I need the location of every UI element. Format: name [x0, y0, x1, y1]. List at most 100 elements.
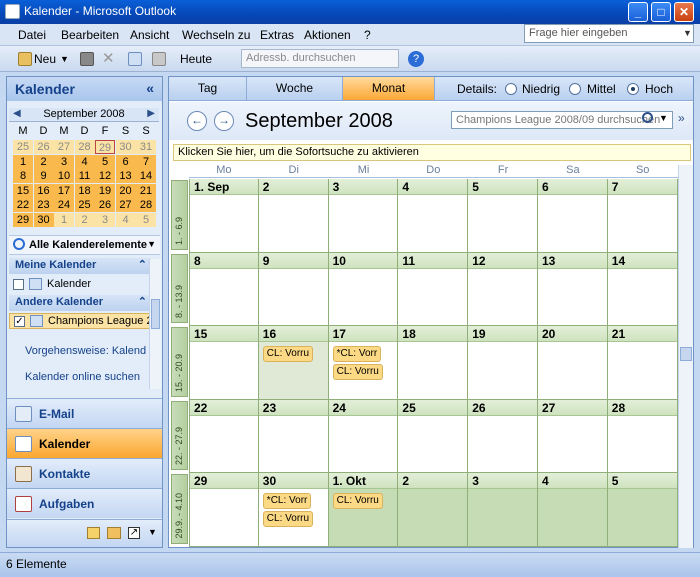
- howto-link[interactable]: Vorgehensweise: Kalend: [25, 345, 146, 357]
- day-cell[interactable]: 4: [398, 179, 469, 253]
- mini-cal-day[interactable]: 4: [74, 154, 95, 169]
- calendar-event[interactable]: CL: Vorru: [332, 364, 383, 381]
- back-arrow-icon[interactable]: ←: [187, 111, 207, 131]
- menu-aktionen[interactable]: Aktionen: [304, 28, 351, 42]
- day-cell[interactable]: 19: [468, 326, 538, 400]
- calendar-scrollbar[interactable]: [678, 165, 693, 548]
- mini-cal-day[interactable]: 14: [136, 169, 156, 183]
- mini-cal-day[interactable]: 28: [74, 140, 95, 154]
- week-label[interactable]: 22. - 27.9: [171, 400, 188, 471]
- mini-cal-day[interactable]: 27: [115, 198, 136, 212]
- shortcut-icon[interactable]: ↗: [128, 527, 140, 539]
- minimize-button[interactable]: _: [628, 2, 648, 22]
- day-cell[interactable]: 23: [258, 399, 329, 474]
- menu-bearbeiten[interactable]: Bearbeiten: [61, 28, 119, 42]
- mini-cal-day[interactable]: 18: [74, 183, 95, 198]
- mini-cal-next-icon[interactable]: ▶: [147, 108, 155, 119]
- day-cell[interactable]: 3: [328, 179, 399, 253]
- nav-button-calendar[interactable]: Kalender: [7, 428, 162, 458]
- configure-buttons-icon[interactable]: ▼: [148, 527, 157, 537]
- menu-ansicht[interactable]: Ansicht: [130, 28, 169, 42]
- mini-cal-day[interactable]: 25: [74, 198, 95, 212]
- calendar-event[interactable]: CL: Vorru: [262, 511, 314, 528]
- mini-cal-day[interactable]: 1: [13, 154, 33, 169]
- radio-details-medium[interactable]: [569, 83, 581, 95]
- find-calendars-online-link[interactable]: Kalender online suchen: [25, 371, 140, 383]
- mini-cal-day[interactable]: 3: [95, 212, 115, 227]
- collapse-section-icon[interactable]: ⌃: [138, 295, 147, 308]
- mini-cal-day[interactable]: 29: [13, 212, 33, 227]
- mini-cal-day[interactable]: 21: [136, 183, 156, 198]
- day-cell[interactable]: 16 CL: Vorru: [258, 326, 329, 400]
- menu-help[interactable]: ?: [364, 28, 371, 42]
- day-cell[interactable]: 12: [468, 252, 538, 327]
- mini-cal-day[interactable]: 15: [13, 183, 33, 198]
- mini-cal-day[interactable]: 29: [95, 140, 115, 154]
- folder-icon[interactable]: [107, 527, 121, 539]
- help-icon[interactable]: ?: [408, 51, 424, 67]
- mini-cal-day[interactable]: 22: [13, 198, 33, 212]
- day-cell[interactable]: 13: [538, 252, 608, 327]
- ask-dropdown-icon[interactable]: ▼: [683, 28, 692, 38]
- day-cell[interactable]: 2: [258, 179, 329, 253]
- week-label[interactable]: 29.9. - 4.10: [171, 474, 188, 544]
- mini-cal-day[interactable]: 20: [115, 183, 136, 198]
- mini-cal-day[interactable]: 2: [33, 154, 54, 169]
- menu-extras[interactable]: Extras: [260, 28, 294, 42]
- day-cell[interactable]: 5: [607, 473, 678, 547]
- calendar-event[interactable]: *CL: Vorr: [262, 493, 312, 510]
- mini-cal-day[interactable]: 2: [74, 212, 95, 227]
- nav-button-mail[interactable]: E-Mail: [7, 398, 162, 428]
- day-cell[interactable]: 9: [258, 252, 329, 327]
- day-cell[interactable]: 1. Okt CL: Vorru: [328, 473, 399, 547]
- categorize-icon[interactable]: [152, 52, 166, 66]
- mini-cal-day[interactable]: 1: [54, 212, 74, 227]
- day-cell[interactable]: 8: [189, 252, 259, 327]
- day-cell[interactable]: 18: [398, 326, 469, 400]
- day-cell[interactable]: 7: [607, 179, 678, 253]
- mini-cal-day[interactable]: 24: [54, 198, 74, 212]
- day-cell[interactable]: 21: [607, 326, 678, 400]
- week-label[interactable]: 15. - 20.9: [171, 327, 188, 397]
- day-cell[interactable]: 25: [398, 399, 469, 474]
- day-cell[interactable]: 14: [607, 252, 678, 327]
- grid-view-icon[interactable]: [128, 52, 142, 66]
- week-label[interactable]: 1. - 6.9: [171, 180, 188, 250]
- menu-datei[interactable]: Datei: [18, 28, 46, 42]
- day-cell[interactable]: 26: [468, 399, 538, 474]
- mini-cal-day[interactable]: 5: [136, 212, 156, 227]
- radio-details-low[interactable]: [505, 83, 517, 95]
- calendar-item-champions-league[interactable]: ✓ Champions League 20: [9, 313, 151, 329]
- calendar-item-kalender[interactable]: Kalender: [13, 277, 151, 293]
- calendar-event[interactable]: *CL: Vorr: [332, 346, 382, 363]
- mini-cal-day[interactable]: 10: [54, 169, 74, 183]
- day-cell[interactable]: 20: [538, 326, 608, 400]
- day-cell[interactable]: 11: [398, 252, 469, 327]
- new-dropdown-icon[interactable]: ▼: [60, 50, 69, 68]
- my-calendars-header[interactable]: Meine Kalender ⌃: [9, 258, 151, 274]
- day-cell[interactable]: 1. Sep: [189, 179, 259, 253]
- ask-question-input[interactable]: Frage hier eingeben: [524, 24, 694, 43]
- expand-query-icon[interactable]: »: [678, 111, 685, 125]
- mini-cal-day[interactable]: 23: [33, 198, 54, 212]
- calendar-event[interactable]: CL: Vorru: [262, 346, 314, 363]
- mini-cal-day[interactable]: 25: [13, 140, 33, 154]
- mini-cal-day[interactable]: 4: [115, 212, 136, 227]
- mini-cal-day[interactable]: 12: [95, 169, 115, 183]
- mini-cal-day[interactable]: 31: [136, 140, 156, 154]
- radio-details-high[interactable]: [627, 83, 639, 95]
- mini-cal-day[interactable]: 13: [115, 169, 136, 183]
- tab-week[interactable]: Woche: [247, 77, 343, 100]
- day-cell[interactable]: 27: [538, 399, 608, 474]
- day-cell[interactable]: 30 *CL: Vorr CL: Vorru: [258, 473, 329, 547]
- day-cell[interactable]: 22: [189, 399, 259, 474]
- nav-scrollbar-thumb[interactable]: [151, 299, 160, 329]
- mini-cal-day[interactable]: 26: [33, 140, 54, 154]
- mini-cal-day[interactable]: 8: [13, 169, 33, 183]
- mini-cal-day[interactable]: 26: [95, 198, 115, 212]
- menu-wechseln-zu[interactable]: Wechseln zu: [182, 28, 250, 42]
- day-cell[interactable]: 28: [607, 399, 678, 474]
- instant-search-infobar[interactable]: Klicken Sie hier, um die Sofortsuche zu …: [173, 144, 691, 161]
- tab-month[interactable]: Monat: [343, 77, 435, 100]
- print-icon[interactable]: [80, 52, 94, 66]
